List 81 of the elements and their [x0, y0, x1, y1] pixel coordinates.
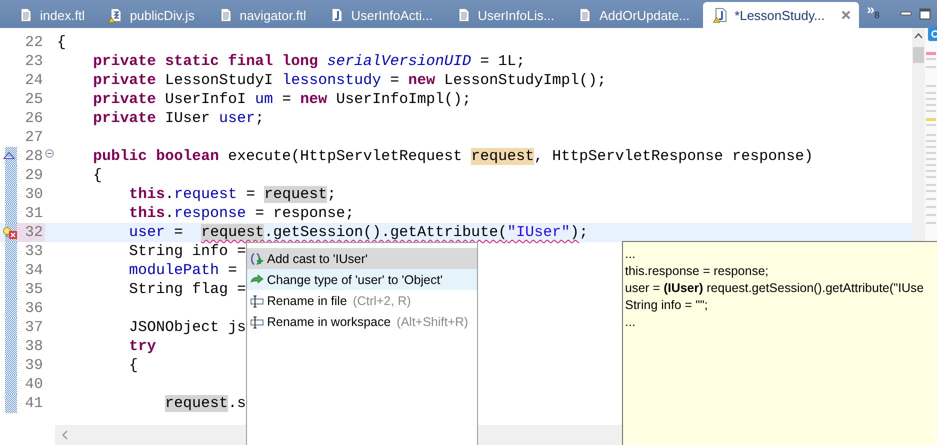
code-line: public boolean execute(HttpServletRequest request, HttpServletResponse response)	[92, 147, 814, 166]
quick-fix-item[interactable]: Rename in workspace (Alt+Shift+R)	[247, 311, 477, 332]
quick-fix-item[interactable]: Add cast to 'IUser'	[247, 248, 477, 269]
code-line: private UserInfoI um = new UserInfoImpl();	[92, 90, 472, 109]
code-line: JSONObject js	[128, 318, 246, 337]
preview-line: ...	[625, 314, 636, 331]
editor-tab[interactable]: *LessonStudy...	[702, 2, 859, 28]
change-marker	[5, 375, 17, 394]
line-number: 40	[24, 375, 44, 394]
editor-tab[interactable]: UserInfoActi...	[319, 2, 446, 28]
line-number: 33	[24, 242, 44, 261]
line-number: 27	[24, 128, 44, 147]
letter-j-file-icon	[712, 7, 729, 23]
line-number: 28	[24, 147, 44, 166]
shortcut-text: (Alt+Shift+R)	[396, 314, 468, 328]
line-number: 38	[24, 337, 44, 356]
line-number: 41	[24, 394, 44, 413]
preview-line: this.response = response;	[625, 263, 768, 280]
code-line: this.response = response;	[128, 204, 354, 223]
code-line: {	[56, 33, 66, 52]
editor-tab[interactable]: navigator.ftl	[208, 2, 320, 28]
line-number: 35	[24, 280, 44, 299]
line-number: 29	[24, 166, 44, 185]
code-line: private LessonStudyI lessonstudy = new LessonStudyImpl();	[92, 71, 606, 90]
preview-line: user = (IUser) request.getSession().getAttribute("IUse	[625, 280, 924, 297]
line-number: 30	[24, 185, 44, 204]
code-line: String flag =	[128, 280, 246, 299]
line-number: 22	[24, 33, 44, 52]
code-line: {	[128, 356, 138, 375]
change-marker	[5, 356, 17, 375]
line-number: 32	[17, 223, 45, 242]
change-marker	[5, 318, 17, 337]
document-icon	[577, 7, 594, 23]
code-line: request.s	[164, 394, 246, 413]
line-number: 25	[24, 90, 44, 109]
change-marker	[5, 185, 17, 204]
line-number: 31	[24, 204, 44, 223]
change-marker	[5, 337, 17, 356]
quick-fix-item[interactable]: Rename in file (Ctrl+2, R)	[247, 290, 477, 311]
change-marker	[5, 280, 17, 299]
scrollbar-thumb[interactable]	[913, 47, 924, 63]
line-number: 34	[24, 261, 44, 280]
quick-fix-item[interactable]: Change type of 'user' to 'Object'	[247, 269, 477, 290]
letter-j-file-icon	[329, 7, 346, 23]
status-icon	[928, 27, 937, 41]
line-number: 23	[24, 52, 44, 71]
code-line: String info =	[128, 242, 246, 261]
editor-tab[interactable]: index.ftl	[8, 2, 98, 28]
change-marker	[5, 299, 17, 318]
code-line: private static final long serialVersionUID = 1L;	[92, 52, 526, 71]
code-line: {	[92, 166, 102, 185]
change-marker	[5, 261, 17, 280]
hidden-tab-count: 8	[874, 10, 880, 20]
change-marker	[5, 166, 17, 185]
document-icon	[18, 7, 34, 23]
line-number: 36	[24, 299, 44, 318]
change-marker	[5, 394, 17, 413]
line-number: 24	[24, 71, 44, 90]
preview-line: ...	[625, 246, 636, 263]
change-marker	[5, 242, 17, 261]
document-icon	[218, 7, 234, 23]
shortcut-text: (Ctrl+2, R)	[352, 294, 411, 308]
line-number: 39	[24, 356, 44, 375]
close-icon[interactable]	[840, 10, 851, 20]
document-icon	[456, 7, 472, 23]
preview-line: String info = "";	[625, 297, 708, 314]
editor-tab[interactable]: publicDiv.js	[98, 2, 208, 28]
maximize-icon[interactable]	[919, 8, 931, 20]
code-line: private IUser user;	[92, 109, 264, 128]
line-number: 26	[24, 109, 44, 128]
script-file-icon	[108, 7, 124, 23]
editor-tab[interactable]: AddOrUpdate...	[567, 2, 703, 28]
code-line: user = request.getSession().getAttribute("IUser");	[128, 223, 588, 242]
code-line: try	[128, 337, 156, 356]
more-tabs-button[interactable]: »$_{8}$	[866, 2, 880, 22]
change-marker	[5, 204, 17, 223]
code-line: modulePath =	[128, 261, 238, 280]
code-line: this.request = request;	[128, 185, 336, 204]
collapse-icon[interactable]	[45, 149, 54, 158]
line-number: 37	[24, 318, 44, 337]
editor-tab[interactable]: UserInfoLis...	[446, 2, 568, 28]
